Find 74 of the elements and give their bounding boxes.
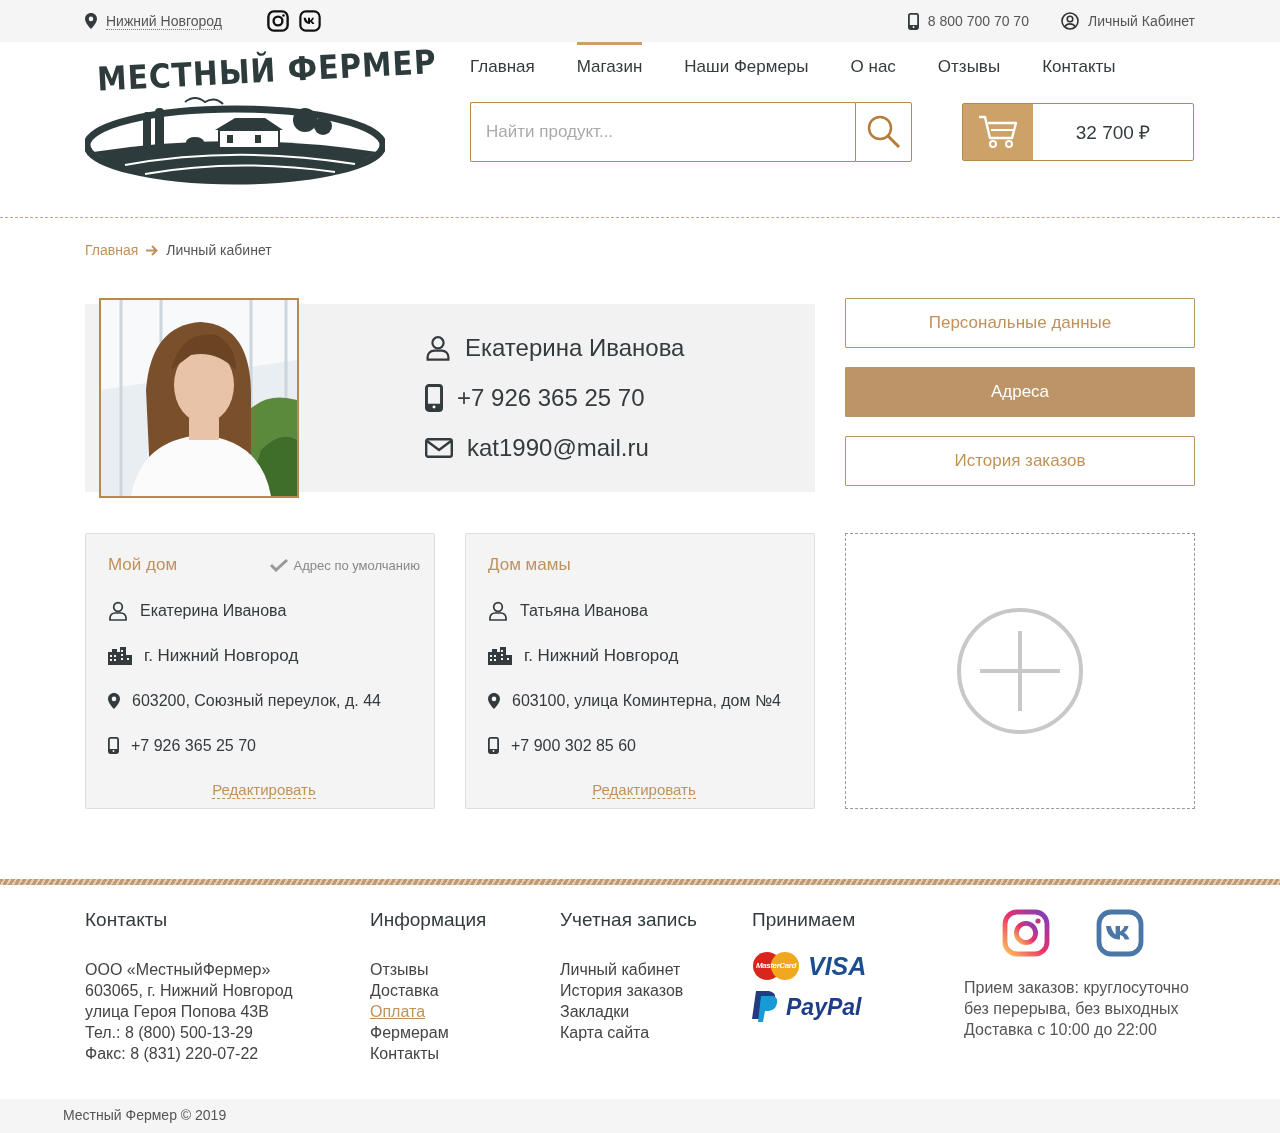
footer-link[interactable]: Контакты xyxy=(370,1043,560,1064)
hours-line: Доставка с 10:00 до 22:00 xyxy=(964,1020,1158,1040)
address-street: 603100, улица Коминтерна, дом №4 xyxy=(512,691,781,710)
phone-icon xyxy=(907,12,919,30)
hours-line: Прием заказов: круглосуточно xyxy=(964,978,1189,998)
cart-button[interactable]: 32 700 ₽ xyxy=(962,103,1194,161)
address-city: г. Нижний Новгород xyxy=(144,645,299,666)
phone-icon xyxy=(108,737,119,754)
address-name: Екатерина Иванова xyxy=(140,601,287,620)
footer-heading: Контакты xyxy=(85,909,169,932)
user-icon xyxy=(108,600,128,621)
contact-line: ООО «МестныйФермер» xyxy=(85,960,272,980)
footer-link[interactable]: Карта сайта xyxy=(560,1022,752,1043)
buildings-icon xyxy=(108,646,132,665)
logo-text: МЕСТНЫЙ ФЕРМЕР xyxy=(96,45,438,96)
user-circle-icon xyxy=(1060,12,1079,30)
user-icon xyxy=(425,335,451,361)
footer-heading: Учетная запись xyxy=(560,909,698,932)
arrow-right-icon xyxy=(146,244,159,256)
instagram-icon[interactable] xyxy=(266,10,289,32)
search-field[interactable]: Найти продукт... xyxy=(470,102,855,162)
address-title: Дом мамы xyxy=(488,555,571,575)
copyright-text: Местный Фермер © 2019 xyxy=(63,1107,227,1123)
footer-link[interactable]: Личный кабинет xyxy=(560,959,752,980)
account-link[interactable]: Личный Кабинет xyxy=(1087,13,1195,29)
phone-number: 8 800 700 70 70 xyxy=(927,13,1029,29)
paypal-logo: PayPal xyxy=(786,993,862,1021)
nav-link[interactable]: Отзывы xyxy=(937,42,1001,97)
address-name: Татьяна Иванова xyxy=(520,601,648,620)
nav-link[interactable]: О нас xyxy=(850,42,896,97)
footer-link[interactable]: Фермерам xyxy=(370,1022,560,1043)
cart-icon xyxy=(977,114,1019,150)
profile-name: Екатерина Иванова xyxy=(465,334,685,362)
search-icon xyxy=(865,114,902,150)
hours-line: без перерыва, без выходных xyxy=(964,999,1180,1019)
nav-link[interactable]: Главная xyxy=(470,42,535,97)
visa-logo: VISA xyxy=(808,951,867,981)
plus-circle-icon xyxy=(956,607,1084,735)
footer-heading: Информация xyxy=(370,909,488,932)
phone-icon xyxy=(488,737,499,754)
profile-email: kat1990@mail.ru xyxy=(467,434,649,462)
envelope-icon xyxy=(425,438,453,458)
user-icon xyxy=(488,600,508,621)
default-address-label: Адрес по умолчанию xyxy=(269,557,420,573)
contact-line: 603065, г. Нижний Новгород xyxy=(85,981,294,1001)
footer-link[interactable]: Доставка xyxy=(370,980,560,1001)
location-pin-icon xyxy=(85,13,97,29)
address-title: Мой дом xyxy=(108,555,178,575)
nav-link[interactable]: Контакты xyxy=(1042,42,1116,97)
breadcrumb-current: Личный кабинет xyxy=(166,242,272,258)
contact-line: улица Героя Попова 43В xyxy=(85,1002,270,1022)
address-city: г. Нижний Новгород xyxy=(524,645,679,666)
buildings-icon xyxy=(488,646,512,665)
location-pin-icon xyxy=(488,692,500,709)
footer-link[interactable]: Закладки xyxy=(560,1001,752,1022)
nav-link[interactable]: Наши Фермеры xyxy=(684,42,809,97)
contact-line: Факс: 8 (831) 220-07-22 xyxy=(85,1044,260,1064)
city-link[interactable]: Нижний Новгород xyxy=(106,12,222,30)
profile-phone: +7 926 365 25 70 xyxy=(457,384,645,412)
phone-icon xyxy=(425,384,443,412)
contact-line: Тел.: 8 (800) 500-13-29 xyxy=(85,1023,254,1043)
paypal-p-icon xyxy=(752,991,778,1023)
instagram-icon[interactable] xyxy=(1002,909,1050,957)
nav-link[interactable]: Магазин xyxy=(576,42,643,97)
address-phone: +7 900 302 85 60 xyxy=(511,736,636,755)
address-phone: +7 926 365 25 70 xyxy=(131,736,256,755)
footer-heading: Принимаем xyxy=(752,909,857,932)
location-pin-icon xyxy=(108,692,120,709)
footer-link[interactable]: Отзывы xyxy=(370,959,560,980)
check-icon xyxy=(269,558,288,572)
footer-link[interactable]: История заказов xyxy=(560,980,752,1001)
search-button[interactable] xyxy=(855,102,912,162)
vk-icon[interactable] xyxy=(298,10,321,32)
address-street: 603200, Союзный переулок, д. 44 xyxy=(132,691,381,710)
